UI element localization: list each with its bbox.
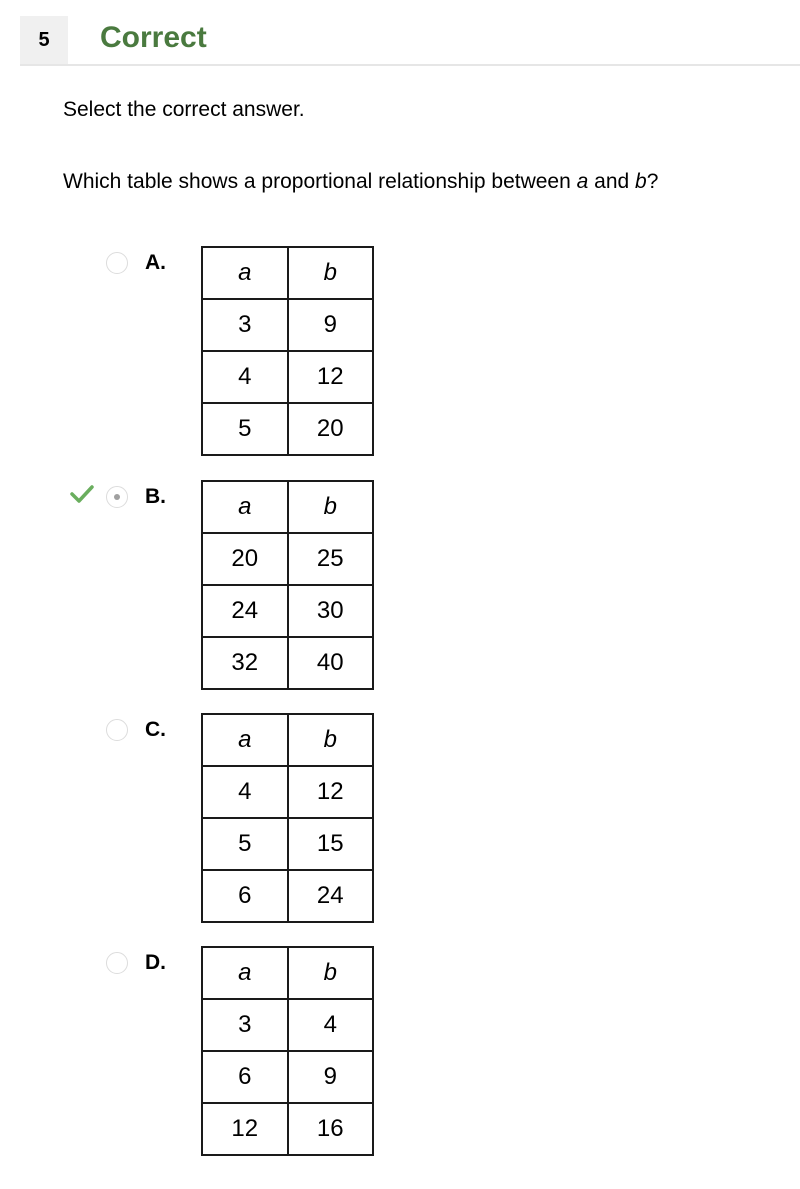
radio-button-a[interactable] [106, 252, 128, 274]
table-row: 69 [201, 1050, 374, 1104]
table-cell: 24 [201, 584, 289, 638]
table-cell: 9 [286, 1050, 374, 1104]
option-letter: D. [145, 951, 166, 974]
table-cell: 12 [286, 765, 374, 819]
status-label: Correct [100, 21, 207, 54]
table-cell: 40 [286, 636, 374, 690]
checkmark-icon [70, 485, 94, 503]
table-row: 24 30 [201, 584, 374, 638]
table-header-cell: b [286, 946, 374, 1000]
table-row: 32 40 [201, 636, 374, 690]
option-table-d: ab 34 69 12 16 [201, 946, 374, 1156]
table-row: 12 16 [201, 1102, 374, 1156]
table-row: 5 15 [201, 817, 374, 871]
option-letter: A. [145, 251, 166, 274]
table-cell: 12 [201, 1102, 289, 1156]
table-cell: 3 [201, 298, 289, 352]
instruction-text: Select the correct answer. [63, 98, 305, 121]
question-suffix: ? [646, 170, 659, 193]
table-cell: 25 [286, 532, 374, 586]
radio-button-d[interactable] [106, 952, 128, 974]
table-cell: 5 [201, 817, 289, 871]
table-cell: 12 [286, 350, 374, 404]
table-header-cell: a [201, 480, 289, 534]
option-table-c: ab 4 12 5 15 6 24 [201, 713, 374, 923]
question-text: Which table shows a proportional relatio… [63, 170, 658, 194]
table-row: 6 24 [201, 869, 374, 923]
table-cell: 30 [286, 584, 374, 638]
question-number: 5 [20, 16, 68, 64]
option-letter: C. [145, 718, 166, 741]
table-cell: 6 [201, 869, 289, 923]
table-row: 34 [201, 998, 374, 1052]
question-header: 5 Correct [20, 16, 800, 66]
table-cell: 20 [286, 402, 374, 456]
option-table-b: ab 20 25 24 30 32 40 [201, 480, 374, 690]
question-middle: and [588, 170, 636, 193]
table-header-cell: b [286, 713, 374, 767]
table-cell: 15 [286, 817, 374, 871]
variable-b: b [635, 170, 647, 193]
table-cell: 4 [286, 998, 374, 1052]
table-cell: 20 [201, 532, 289, 586]
table-cell: 16 [286, 1102, 374, 1156]
table-header-cell: a [201, 713, 289, 767]
question-prefix: Which table shows a proportional relatio… [63, 170, 577, 193]
radio-button-c[interactable] [106, 719, 128, 741]
table-header-cell: b [286, 480, 374, 534]
table-cell: 4 [201, 765, 289, 819]
option-table-a: ab 39 4 12 5 20 [201, 246, 374, 456]
table-cell: 5 [201, 402, 289, 456]
table-cell: 24 [286, 869, 374, 923]
table-cell: 32 [201, 636, 289, 690]
variable-a: a [576, 170, 589, 193]
table-row: 20 25 [201, 532, 374, 586]
table-row: 5 20 [201, 402, 374, 456]
table-row: 4 12 [201, 765, 374, 819]
table-cell: 9 [286, 298, 374, 352]
radio-button-b[interactable] [106, 486, 128, 508]
option-letter: B. [145, 485, 166, 508]
table-header-cell: b [286, 246, 374, 300]
table-header-cell: a [201, 246, 289, 300]
table-cell: 4 [201, 350, 289, 404]
table-cell: 6 [201, 1050, 289, 1104]
table-header-cell: a [201, 946, 289, 1000]
table-cell: 3 [201, 998, 289, 1052]
table-row: 4 12 [201, 350, 374, 404]
table-row: 39 [201, 298, 374, 352]
